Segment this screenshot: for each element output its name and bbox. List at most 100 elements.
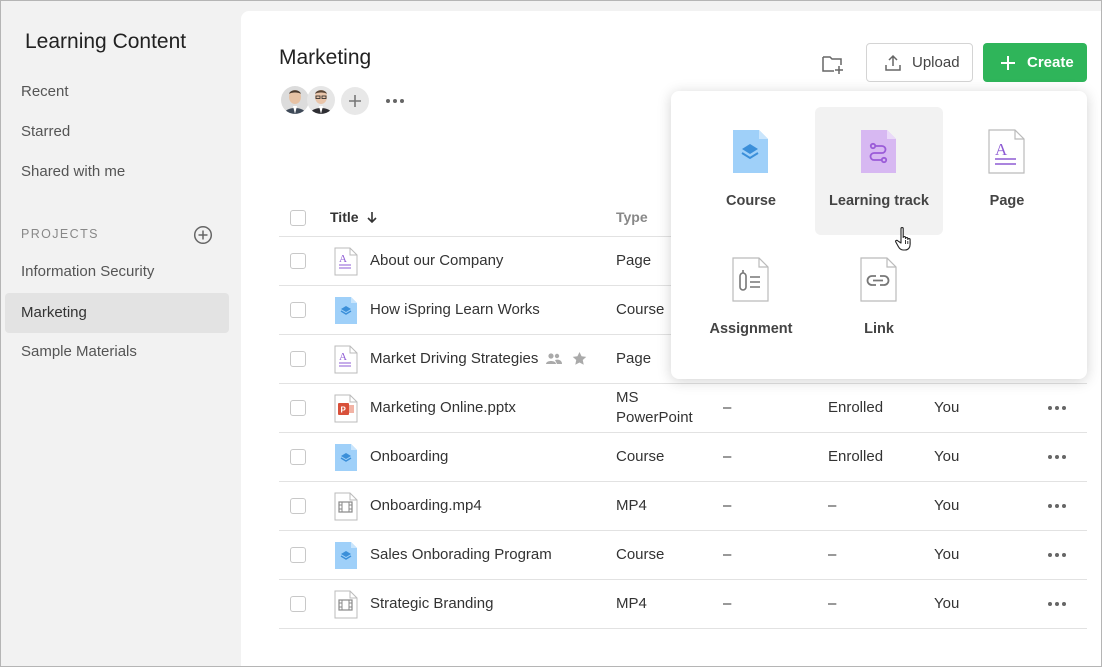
page-title: Marketing (279, 46, 372, 69)
course-file-icon (335, 297, 357, 324)
row-type: MP4 (616, 497, 647, 514)
shared-users-icon (546, 353, 562, 364)
row-status: – (828, 546, 837, 563)
row-title[interactable]: Onboarding.mp4 (370, 496, 482, 516)
nav-shared-with-me[interactable]: Shared with me (5, 152, 229, 192)
create-course-item[interactable]: Course (687, 107, 815, 235)
row-title[interactable]: Onboarding (370, 447, 448, 467)
create-learning-track-label: Learning track (829, 193, 929, 209)
row-more-icon[interactable] (1045, 498, 1069, 514)
type-column-header[interactable]: Type (616, 209, 648, 225)
row-checkbox[interactable] (290, 351, 306, 367)
plus-icon (349, 95, 361, 107)
row-more-icon[interactable] (1045, 547, 1069, 563)
row-type: MS PowerPoint (616, 388, 711, 428)
create-button[interactable]: Create (983, 43, 1087, 82)
create-assignment-label: Assignment (709, 321, 793, 337)
row-title[interactable]: Marketing Online.pptx (370, 398, 516, 418)
row-type: MP4 (616, 595, 647, 612)
row-title[interactable]: How iSpring Learn Works (370, 300, 540, 320)
row-type: Course (616, 546, 665, 563)
table-row[interactable]: Strategic Branding MP4 – – You (279, 580, 1087, 629)
create-button-label: Create (1027, 54, 1074, 71)
table-row[interactable]: Onboarding.mp4 MP4 – – You (279, 482, 1087, 531)
select-all-checkbox[interactable] (290, 210, 306, 226)
avatar[interactable] (281, 86, 309, 114)
project-sample-materials[interactable]: Sample Materials (5, 332, 229, 372)
video-file-icon (334, 492, 358, 521)
learning-track-icon (861, 130, 896, 173)
hand-cursor-icon (895, 227, 911, 251)
create-page-item[interactable]: A Page (943, 107, 1071, 235)
row-owner: You (934, 595, 960, 612)
link-icon (860, 257, 897, 302)
svg-text:P: P (341, 406, 347, 415)
row-owner: You (934, 546, 960, 563)
upload-button[interactable]: Upload (866, 43, 973, 82)
nav-starred[interactable]: Starred (5, 112, 229, 152)
row-checkbox[interactable] (290, 449, 306, 465)
row-owner: You (934, 448, 960, 465)
row-col3: – (723, 546, 732, 563)
svg-text:A: A (339, 351, 347, 363)
add-member-button[interactable] (341, 87, 369, 115)
title-column-label: Title (330, 209, 359, 225)
row-owner: You (934, 399, 960, 416)
page-file-icon: A (334, 247, 358, 276)
star-icon[interactable] (572, 351, 587, 366)
row-checkbox[interactable] (290, 498, 306, 514)
row-owner: You (934, 497, 960, 514)
row-type-line: MS (616, 389, 639, 406)
avatar[interactable] (307, 86, 335, 114)
row-col3: – (723, 399, 732, 416)
row-status: Enrolled (828, 399, 884, 416)
projects-section-label: PROJECTS (21, 227, 99, 241)
upload-button-label: Upload (912, 54, 960, 71)
table-row[interactable]: P Marketing Online.pptx MS PowerPoint – … (279, 384, 1087, 433)
create-link-item[interactable]: Link (815, 235, 943, 363)
row-type-line: PowerPoint (616, 409, 693, 426)
nav-recent[interactable]: Recent (5, 72, 229, 112)
page-file-icon: A (334, 345, 358, 374)
sidebar: Learning Content Recent Starred Shared w… (0, 0, 240, 667)
row-more-icon[interactable] (1045, 400, 1069, 416)
row-checkbox[interactable] (290, 547, 306, 563)
row-title[interactable]: About our Company (370, 251, 503, 271)
create-link-label: Link (864, 321, 894, 337)
row-title[interactable]: Sales Onborading Program (370, 545, 552, 565)
svg-text:A: A (339, 253, 347, 265)
row-col3: – (723, 448, 732, 465)
row-more-icon[interactable] (1045, 449, 1069, 465)
create-assignment-item[interactable]: Assignment (687, 235, 815, 363)
row-more-icon[interactable] (1045, 596, 1069, 612)
row-checkbox[interactable] (290, 596, 306, 612)
new-folder-icon[interactable] (821, 53, 845, 75)
row-title[interactable]: Market Driving Strategies (370, 349, 538, 369)
plus-icon (1001, 55, 1015, 70)
add-project-icon[interactable] (193, 225, 213, 245)
row-checkbox[interactable] (290, 253, 306, 269)
project-information-security[interactable]: Information Security (5, 252, 229, 292)
row-type: Course (616, 448, 665, 465)
create-learning-track-item[interactable]: Learning track (815, 107, 943, 235)
table-row[interactable]: Sales Onborading Program Course – – You (279, 531, 1087, 580)
table-row[interactable]: Onboarding Course – Enrolled You (279, 433, 1087, 482)
more-options-icon[interactable] (383, 91, 407, 111)
svg-text:A: A (995, 140, 1008, 159)
row-checkbox[interactable] (290, 302, 306, 318)
title-column-header[interactable]: Title (330, 209, 378, 225)
sort-down-icon (367, 212, 377, 224)
course-file-icon (335, 542, 357, 569)
course-icon (733, 130, 768, 173)
powerpoint-file-icon: P (334, 394, 358, 423)
row-col3: – (723, 595, 732, 612)
create-page-label: Page (989, 193, 1025, 209)
row-checkbox[interactable] (290, 400, 306, 416)
row-status: – (828, 595, 837, 612)
row-col3: – (723, 497, 732, 514)
app-title: Learning Content (25, 30, 187, 53)
assignment-icon (732, 257, 769, 302)
project-marketing[interactable]: Marketing (5, 293, 229, 333)
row-title[interactable]: Strategic Branding (370, 594, 493, 614)
create-menu: Course Learning track A Page Assignment (671, 91, 1087, 379)
